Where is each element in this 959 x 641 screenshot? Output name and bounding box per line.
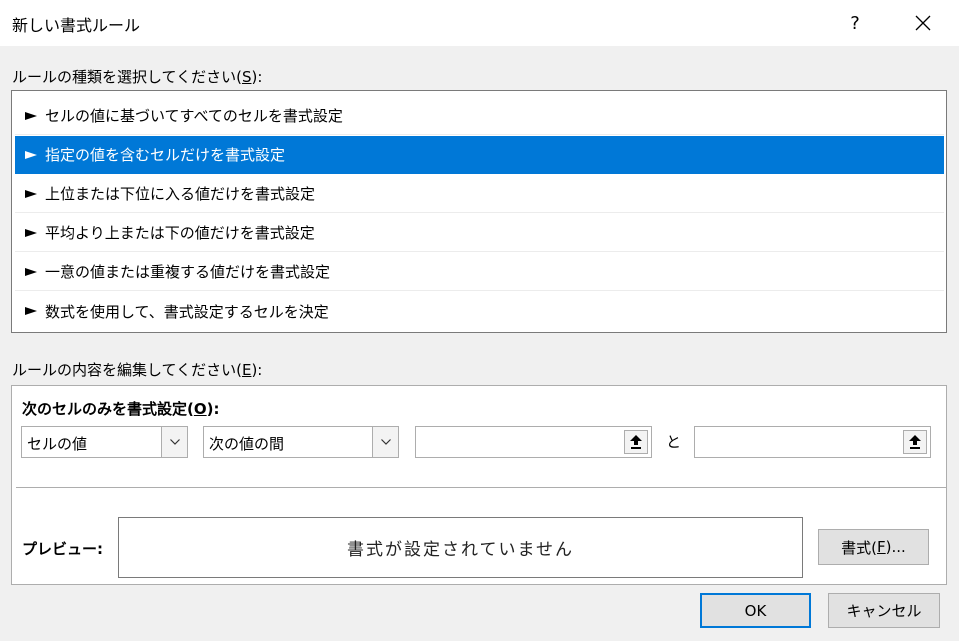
cancel-button[interactable]: キャンセル (828, 593, 940, 628)
rule-type-item-label: セルの値に基づいてすべてのセルを書式設定 (45, 107, 343, 125)
upload-arrow-icon (909, 435, 921, 449)
format-only-heading-prefix: 次のセルのみを書式設定( (22, 400, 194, 418)
format-only-heading-suffix: ): (206, 400, 220, 418)
play-arrow-icon (17, 307, 45, 315)
rule-edit-panel: 次のセルのみを書式設定(O): セルの値 次の値の間 と プレビュー: 書式が設… (11, 385, 947, 585)
rule-type-label-accel: S (241, 68, 252, 86)
chevron-down-icon[interactable] (372, 427, 398, 457)
condition-type-select[interactable]: セルの値 (21, 426, 188, 458)
close-button[interactable] (900, 0, 946, 46)
operator-value: 次の値の間 (209, 435, 285, 453)
rule-type-item[interactable]: セルの値に基づいてすべてのセルを書式設定 (15, 97, 944, 135)
format-button-suffix: )... (885, 538, 906, 556)
rule-type-item-label: 数式を使用して、書式設定するセルを決定 (45, 302, 329, 321)
rule-type-label-suffix: ): (251, 68, 263, 86)
chevron-down-icon[interactable] (161, 427, 187, 457)
help-button[interactable]: ? (832, 0, 878, 46)
format-only-heading-accel: O (193, 400, 207, 418)
rule-type-item-label: 一意の値または重複する値だけを書式設定 (45, 263, 331, 281)
rule-type-list[interactable]: セルの値に基づいてすべてのセルを書式設定 指定の値を含むセルだけを書式設定 上位… (11, 90, 947, 333)
rule-type-item-label: 指定の値を含むセルだけを書式設定 (45, 146, 286, 164)
rule-type-item-selected[interactable]: 指定の値を含むセルだけを書式設定 (15, 136, 944, 174)
format-button-accel: F (877, 538, 886, 556)
play-arrow-icon (17, 111, 45, 120)
value1-input[interactable] (415, 426, 652, 458)
range-select-button-2[interactable] (903, 430, 927, 454)
rule-type-label-prefix: ルールの種類を選択してください( (12, 68, 242, 86)
condition-type-value: セルの値 (27, 435, 88, 453)
preview-text: 書式が設定されていません (347, 540, 574, 560)
range-select-button-1[interactable] (624, 430, 648, 454)
ok-button[interactable]: OK (700, 593, 811, 628)
close-icon (915, 15, 931, 31)
rule-type-item[interactable]: 平均より上または下の値だけを書式設定 (15, 214, 944, 252)
preview-label: プレビュー: (22, 540, 103, 558)
play-arrow-icon (17, 150, 45, 159)
divider (16, 487, 946, 488)
rule-type-item[interactable]: 上位または下位に入る値だけを書式設定 (15, 175, 944, 213)
title-bar: 新しい書式ルール ? (0, 0, 959, 46)
rule-type-item[interactable]: 一意の値または重複する値だけを書式設定 (15, 253, 944, 291)
rule-type-item[interactable]: 数式を使用して、書式設定するセルを決定 (15, 292, 944, 330)
dialog-title: 新しい書式ルール (12, 16, 141, 35)
rule-type-item-label: 上位または下位に入る値だけを書式設定 (45, 185, 316, 203)
rule-type-label: ルールの種類を選択してください(S): (12, 66, 262, 87)
rule-edit-label-prefix: ルールの内容を編集してください( (12, 361, 242, 379)
rule-type-item-label: 平均より上または下の値だけを書式設定 (45, 224, 315, 242)
operator-select[interactable]: 次の値の間 (203, 426, 399, 458)
rule-edit-label-suffix: ): (251, 361, 263, 379)
play-arrow-icon (17, 228, 45, 237)
format-only-heading: 次のセルのみを書式設定(O): (22, 398, 219, 419)
preview-box: 書式が設定されていません (118, 517, 803, 578)
value2-input[interactable] (694, 426, 931, 458)
format-button[interactable]: 書式(F)... (818, 529, 929, 565)
format-button-prefix: 書式( (841, 538, 878, 557)
and-label: と (666, 433, 682, 451)
rule-edit-label: ルールの内容を編集してください(E): (12, 359, 262, 380)
upload-arrow-icon (630, 435, 642, 449)
play-arrow-icon (17, 189, 45, 198)
play-arrow-icon (17, 267, 45, 276)
